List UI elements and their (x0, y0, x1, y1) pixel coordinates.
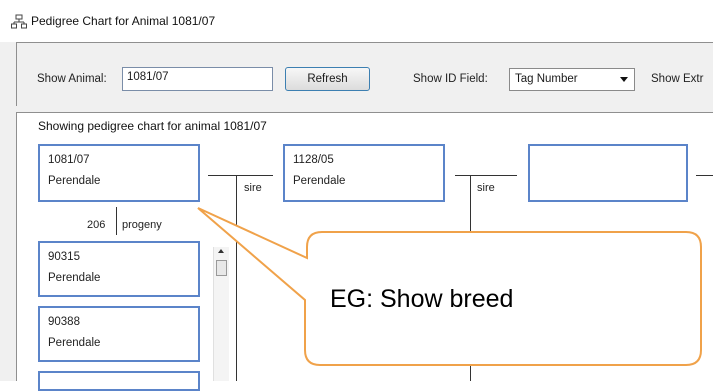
pedigree-window: Pedigree Chart for Animal 1081/07 Show A… (0, 0, 713, 391)
callout-bubble (197, 207, 702, 366)
callout-text: EG: Show breed (330, 285, 514, 313)
